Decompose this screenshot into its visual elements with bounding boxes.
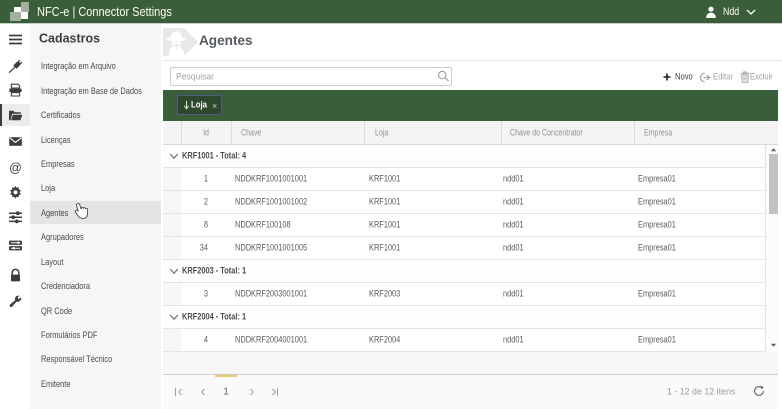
svg-text:@: @ (9, 161, 22, 175)
